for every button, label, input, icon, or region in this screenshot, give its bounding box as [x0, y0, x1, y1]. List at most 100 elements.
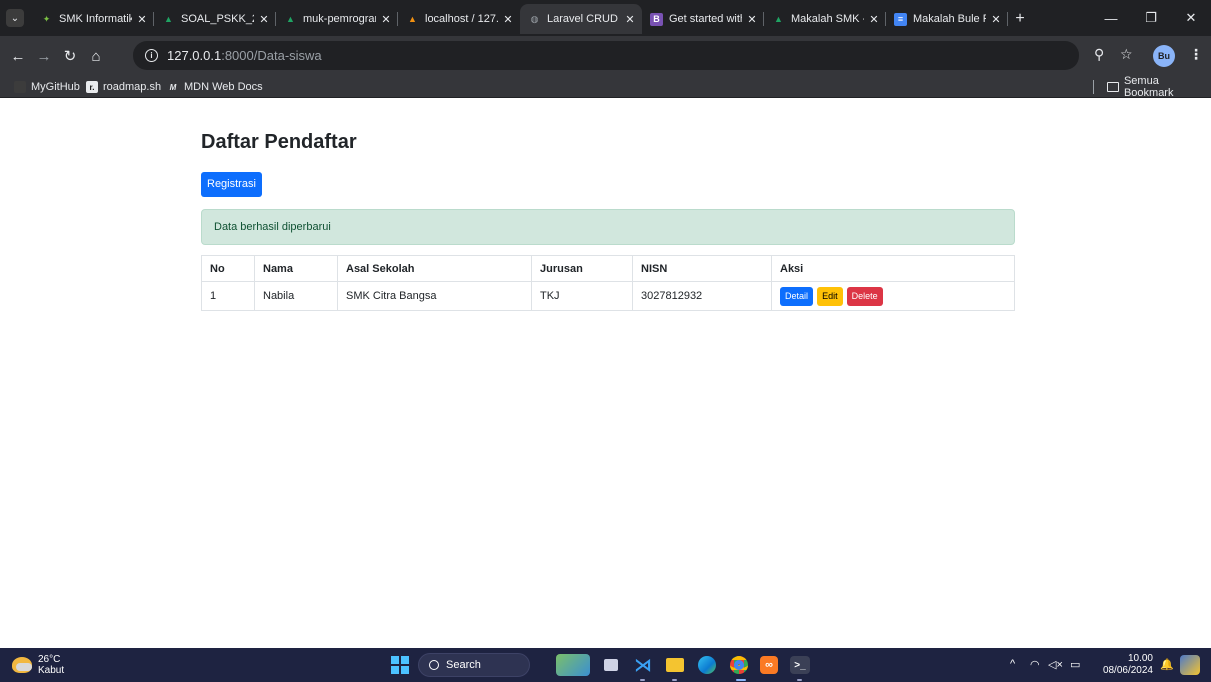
detail-button[interactable]: Detail [780, 286, 814, 306]
column-header-asal-sekolah: Asal Sekolah [337, 255, 532, 282]
tab-makalah-smk[interactable]: ▲ Makalah SMK - ✕ [764, 6, 886, 32]
windows-taskbar: 26°C Kabut Search ⋊ ∞ >_ ^ ◠ ◁× ▭ 10.00 … [0, 648, 1211, 682]
tab-makalah-bule[interactable]: ≡ Makalah Bule PA ✕ [886, 6, 1008, 32]
edit-button[interactable]: Edit [817, 286, 843, 306]
chrome-icon[interactable] [728, 654, 750, 676]
google-drive-icon: ▲ [164, 14, 173, 24]
weather-widget[interactable]: 26°C Kabut [12, 654, 64, 676]
column-header-nama: Nama [254, 255, 338, 282]
tab-title: Makalah Bule PA [913, 13, 986, 25]
tab-smk-informatika[interactable]: ✦ SMK Informatika ✕ [32, 6, 154, 32]
tab-muk-pemrograman[interactable]: ▲ muk-pemrogram ✕ [276, 6, 398, 32]
bookmark-label: MDN Web Docs [184, 81, 263, 93]
file-explorer-icon[interactable] [664, 654, 686, 676]
all-bookmarks-folder[interactable]: Semua Bookmark [1107, 75, 1211, 99]
zoom-icon[interactable]: ⚲ [1094, 46, 1104, 63]
app-running-indicator [797, 679, 802, 681]
tabs-list: ✦ SMK Informatika ✕ ▲ SOAL_PSKK_2024 ✕ ▲… [32, 4, 1032, 36]
system-clock[interactable]: 10.00 08/06/2024 [1095, 653, 1153, 677]
phpmyadmin-icon: ▲ [408, 14, 417, 24]
bookmarks-bar: MyGitHub r. roadmap.sh M MDN Web Docs Se… [0, 75, 1211, 99]
home-icon[interactable]: ⌂ [86, 46, 106, 66]
tab-title: SOAL_PSKK_2024 [181, 13, 254, 25]
reload-icon[interactable]: ↻ [60, 46, 80, 66]
windows-start-icon[interactable] [391, 656, 409, 674]
tab-title: localhost / 127.0 [425, 13, 498, 25]
tab-close-icon[interactable]: ✕ [990, 13, 1002, 26]
cell-nisn: 3027812932 [632, 281, 772, 311]
bookmark-label: Semua Bookmark [1123, 75, 1174, 99]
widgets-landscape-icon[interactable] [556, 654, 590, 676]
bookmark-icon [14, 81, 26, 93]
tab-close-icon[interactable]: ✕ [868, 13, 880, 26]
new-tab-button[interactable]: + [1008, 6, 1032, 32]
bookmark-roadmap[interactable]: r. roadmap.sh [86, 79, 161, 95]
tab-soal-pskk[interactable]: ▲ SOAL_PSKK_2024 ✕ [154, 6, 276, 32]
restore-icon[interactable]: ❐ [1131, 0, 1171, 36]
bookmark-mygithub[interactable]: MyGitHub [14, 79, 80, 95]
tray-overflow-chevron-icon[interactable]: ^ [1010, 658, 1015, 670]
volume-muted-icon[interactable]: ◁× [1048, 658, 1063, 671]
web-page: Daftar Pendaftar Registrasi Data berhasi… [0, 98, 1211, 648]
tab-title: muk-pemrogram [303, 13, 376, 25]
browser-toolbar: ← → ↻ ⌂ i 127.0.0.1:8000/Data-siswa ⚲ ☆ … [0, 36, 1211, 76]
minimize-icon[interactable]: — [1091, 0, 1131, 36]
notification-bell-icon[interactable]: 🔔 [1160, 658, 1174, 671]
bootstrap-icon: B [650, 12, 663, 26]
profile-avatar[interactable]: Bu [1153, 45, 1175, 67]
tab-separator [1007, 12, 1008, 26]
battery-icon[interactable]: ▭ [1070, 658, 1080, 671]
globe-icon: ◍ [530, 13, 539, 24]
address-bar[interactable]: i 127.0.0.1:8000/Data-siswa [133, 41, 1079, 70]
copilot-icon[interactable] [1180, 655, 1200, 675]
tab-close-icon[interactable]: ✕ [746, 13, 758, 26]
registrasi-button[interactable]: Registrasi [201, 172, 262, 197]
tab-close-icon[interactable]: ✕ [258, 13, 270, 26]
content-container: Daftar Pendaftar Registrasi Data berhasi… [201, 128, 1015, 311]
app-running-indicator [640, 679, 645, 681]
app-running-indicator [672, 679, 677, 681]
tab-title: Makalah SMK - [791, 13, 864, 25]
google-drive-icon: ▲ [286, 14, 295, 24]
clock-date: 08/06/2024 [1102, 665, 1153, 676]
window-close-icon[interactable]: ✕ [1171, 0, 1211, 36]
forward-arrow-icon[interactable]: → [34, 46, 54, 66]
bookmark-mdn[interactable]: M MDN Web Docs [167, 79, 263, 95]
tab-title: Get started with [669, 13, 742, 25]
column-header-aksi: Aksi [771, 255, 1015, 282]
browser-menu-icon[interactable]: ⋮ [1189, 46, 1203, 63]
table-row: 1 Nabila SMK Citra Bangsa TKJ 3027812932… [201, 281, 1015, 311]
edge-icon[interactable] [696, 654, 718, 676]
tab-close-icon[interactable]: ✕ [136, 13, 148, 26]
tab-localhost[interactable]: ▲ localhost / 127.0 ✕ [398, 6, 520, 32]
xampp-icon[interactable]: ∞ [760, 656, 778, 674]
column-header-jurusan: Jurusan [531, 255, 633, 282]
mdn-icon: M [169, 82, 177, 92]
cell-aksi: Detail Edit Delete [771, 281, 1015, 311]
tab-bootstrap-get-started[interactable]: B Get started with ✕ [642, 6, 764, 32]
tab-close-icon[interactable]: ✕ [624, 13, 636, 26]
task-view-icon[interactable] [600, 654, 622, 676]
site-info-icon[interactable]: i [145, 49, 158, 62]
column-header-nisn: NISN [632, 255, 772, 282]
tab-title: Laravel CRUD [547, 13, 618, 25]
tab-laravel-crud[interactable]: ◍ Laravel CRUD ✕ [520, 4, 642, 34]
tab-title: SMK Informatika [59, 13, 132, 25]
students-table: No Nama Asal Sekolah Jurusan NISN Aksi 1… [201, 255, 1015, 311]
delete-button[interactable]: Delete [846, 286, 883, 306]
column-header-no: No [201, 255, 255, 282]
bookmark-label: MyGitHub [31, 81, 80, 93]
taskbar-search[interactable]: Search [418, 653, 530, 677]
bookmark-star-icon[interactable]: ☆ [1120, 46, 1133, 63]
tab-close-icon[interactable]: ✕ [380, 13, 392, 26]
back-arrow-icon[interactable]: ← [8, 46, 28, 66]
vscode-icon[interactable]: ⋊ [632, 654, 654, 676]
terminal-icon[interactable]: >_ [790, 656, 810, 674]
tab-search-chevron-icon[interactable]: ⌄ [6, 9, 24, 27]
weather-desc: Kabut [38, 665, 65, 676]
wifi-icon[interactable]: ◠ [1030, 658, 1040, 671]
tab-close-icon[interactable]: ✕ [502, 13, 514, 26]
table-header-row: No Nama Asal Sekolah Jurusan NISN Aksi [201, 255, 1015, 282]
weather-fog-icon [12, 657, 32, 673]
cell-asal-sekolah: SMK Citra Bangsa [337, 281, 532, 311]
